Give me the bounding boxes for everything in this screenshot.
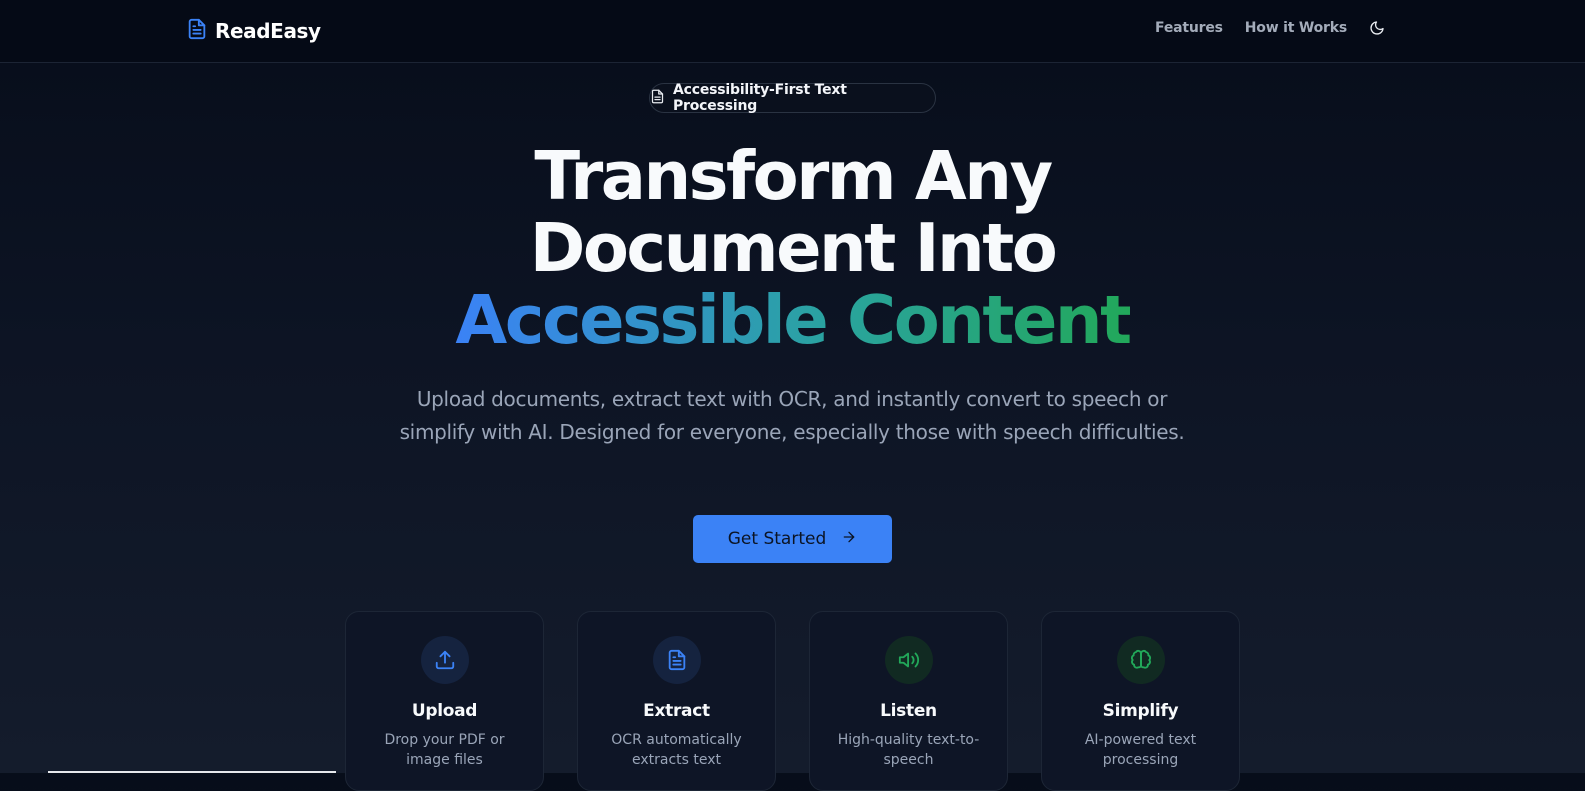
feature-description: Drop your PDF or image files	[384, 732, 505, 768]
feature-card-upload: Upload Drop your PDF or image files	[345, 611, 544, 791]
brand-logo[interactable]: ReadEasy	[186, 17, 321, 45]
feature-description: High-quality text-to-speech	[837, 732, 980, 768]
feature-badge: Accessibility-First Text Processing	[649, 82, 936, 114]
upload-icon	[420, 636, 469, 684]
feature-card-extract: Extract OCR automatically extracts text	[577, 611, 776, 791]
document-icon	[186, 17, 208, 45]
brand-name: ReadEasy	[215, 19, 321, 43]
feature-title: Listen	[880, 701, 937, 721]
badge-text: Accessibility-First Text Processing	[673, 82, 847, 114]
hero-title-line-2: Document Into	[529, 209, 1058, 287]
top-navbar: ReadEasy Features How it Works	[0, 0, 1585, 63]
nav-link-features[interactable]: Features	[1155, 20, 1223, 36]
feature-title: Extract	[643, 701, 710, 721]
get-started-button[interactable]: Get Started	[693, 515, 892, 563]
document-icon	[652, 636, 701, 684]
feature-card-simplify: Simplify AI-powered text processing	[1041, 611, 1240, 791]
features-section: Upload Drop your PDF or image files Extr…	[0, 611, 1585, 791]
speaker-icon	[884, 636, 933, 684]
feature-description: OCR automatically extracts text	[611, 732, 742, 768]
nav-link-how-it-works[interactable]: How it Works	[1245, 20, 1347, 36]
hero-title-line-1: Transform Any	[534, 137, 1053, 215]
document-icon	[650, 89, 665, 108]
moon-icon[interactable]	[1369, 20, 1385, 36]
feature-title: Simplify	[1102, 701, 1179, 721]
hero-subtitle: Upload documents, extract text with OCR,…	[399, 387, 1185, 444]
brain-icon	[1116, 636, 1165, 684]
hero-title: Transform Any Document Into Accessible C…	[0, 140, 1585, 356]
feature-description: AI-powered text processing	[1084, 732, 1197, 768]
hero-title-highlight: Accessible Content	[455, 281, 1132, 359]
arrow-right-icon	[841, 529, 857, 550]
feature-title: Upload	[411, 701, 478, 721]
get-started-label: Get Started	[727, 529, 827, 549]
feature-card-listen: Listen High-quality text-to-speech	[809, 611, 1008, 791]
nav-links: Features How it Works	[1155, 20, 1385, 36]
